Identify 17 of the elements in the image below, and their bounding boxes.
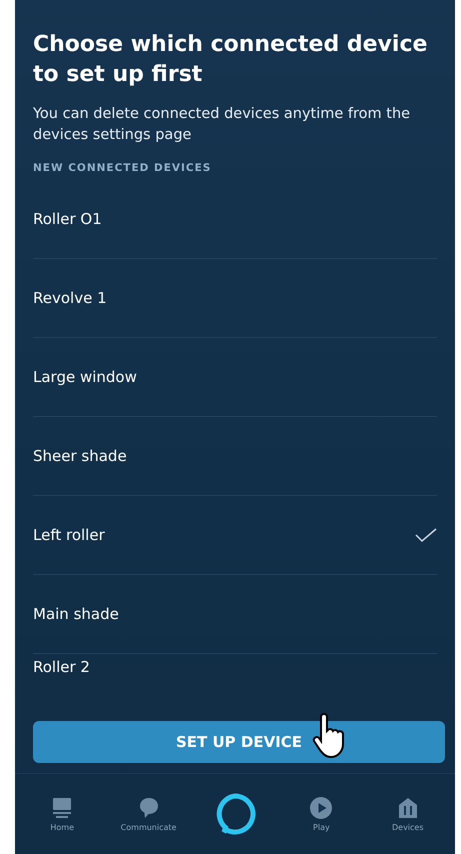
device-list-item[interactable]: Roller 2 — [33, 654, 437, 696]
section-label: NEW CONNECTED DEVICES — [33, 162, 212, 174]
device-list-item[interactable]: Sheer shade — [33, 417, 437, 496]
device-list-item[interactable]: Large window — [33, 338, 437, 417]
description: You can delete connected devices anytime from the devices settings page — [33, 105, 412, 145]
nav-tab[interactable]: Play — [286, 796, 356, 832]
device-list-item[interactable]: Revolve 1 — [33, 259, 437, 338]
hand-cursor-icon — [311, 713, 347, 759]
device-list-item[interactable]: Left roller — [33, 496, 437, 575]
device-list-item[interactable]: Roller O1 — [33, 180, 437, 259]
nav-tab[interactable]: Devices — [372, 796, 443, 832]
device-list-item[interactable]: Main shade — [33, 575, 437, 654]
play-icon — [309, 796, 334, 820]
set-up-device-button[interactable]: SET UP DEVICE — [33, 721, 445, 763]
nav-tab[interactable]: Home — [27, 796, 98, 832]
nav-tab[interactable]: Communicate — [114, 796, 184, 832]
page-title: Choose which connected device to set up first — [33, 31, 428, 89]
